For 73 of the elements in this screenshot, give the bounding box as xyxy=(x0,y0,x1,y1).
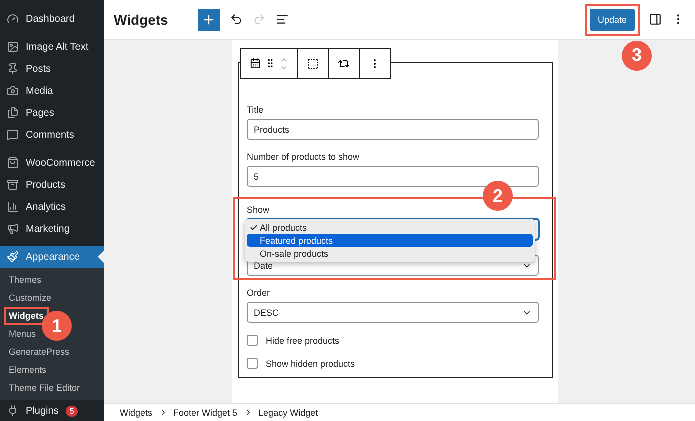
step-number-callout: 2 xyxy=(483,181,513,211)
sidebar-item-label: Pages xyxy=(26,108,54,118)
sidebar-item[interactable]: Image Alt Text xyxy=(0,36,104,58)
sidebar-item-label: Analytics xyxy=(26,202,66,212)
dropdown-option[interactable]: Featured products xyxy=(247,234,533,247)
breadcrumb-link[interactable]: Widgets xyxy=(120,408,153,418)
checkbox-label: Hide free products xyxy=(266,336,340,346)
calendar-icon[interactable] xyxy=(250,58,261,69)
submenu-item[interactable]: Themes xyxy=(6,273,45,287)
breadcrumb-link[interactable]: Legacy Widget xyxy=(258,408,318,418)
sidebar-item[interactable]: Media xyxy=(0,80,104,102)
sidebar-item[interactable]: Posts xyxy=(0,58,104,80)
archive-box-icon xyxy=(7,179,19,191)
checkbox[interactable] xyxy=(247,358,258,369)
text-input[interactable]: 5 xyxy=(247,166,539,187)
plus-icon xyxy=(202,12,216,26)
sidebar-item[interactable]: Pages xyxy=(0,102,104,124)
pages-icon xyxy=(7,107,19,119)
select-field[interactable]: DESC xyxy=(247,302,539,323)
pin-icon xyxy=(7,63,19,75)
sidebar-item-label: Dashboard xyxy=(26,14,75,24)
sidebar-item-label: Image Alt Text xyxy=(26,42,89,52)
square-icon[interactable] xyxy=(307,58,319,70)
image-icon xyxy=(7,41,19,53)
shopping-bag-icon xyxy=(7,157,19,169)
field-label: Title xyxy=(247,105,265,115)
sidebar-item-label: Plugins xyxy=(26,406,59,416)
update-button[interactable]: Update xyxy=(590,8,635,30)
submenu-item[interactable]: Elements xyxy=(6,363,50,377)
text-input[interactable]: Products xyxy=(247,119,539,140)
sidebar-item-label: Appearance xyxy=(26,252,80,262)
sidebar-item-label: Media xyxy=(26,86,54,96)
sidebar-item[interactable]: Analytics xyxy=(0,196,104,218)
breadcrumb-link[interactable]: Footer Widget 5 xyxy=(174,408,238,418)
checkbox[interactable] xyxy=(247,335,258,346)
transform-icon[interactable] xyxy=(338,58,350,70)
sidebar-panel-icon[interactable] xyxy=(649,13,662,26)
sidebar-item[interactable]: Marketing xyxy=(0,218,104,240)
submenu-item[interactable]: GeneratePress xyxy=(6,345,73,359)
sidebar-item[interactable]: Products xyxy=(0,174,104,196)
sidebar-item[interactable]: Appearance xyxy=(0,246,104,268)
sidebar-item-label: Products xyxy=(26,180,66,190)
checkmark-icon xyxy=(250,224,258,232)
plug-icon xyxy=(7,405,19,417)
submenu-item[interactable]: Menus xyxy=(6,327,40,341)
megaphone-icon xyxy=(7,223,19,235)
sidebar-item[interactable]: WooCommerce xyxy=(0,152,104,174)
sidebar-item[interactable]: Plugins 5 xyxy=(0,400,104,421)
gauge-icon xyxy=(7,13,19,25)
sidebar-item[interactable]: Comments xyxy=(0,124,104,146)
dropdown-option[interactable]: All products xyxy=(247,221,533,234)
field-label: Number of products to show xyxy=(247,152,361,162)
step-number-callout: 1 xyxy=(42,311,72,341)
list-view-icon[interactable] xyxy=(276,13,290,26)
field-label: Order xyxy=(247,288,272,298)
field-label: Show xyxy=(247,205,271,215)
sidebar-item-label: Posts xyxy=(26,64,52,74)
camera-icon xyxy=(7,85,19,97)
speech-bubble-icon xyxy=(7,129,19,141)
update-count-badge: 5 xyxy=(66,406,78,416)
sidebar-item-label: WooCommerce xyxy=(26,158,96,168)
checkbox-label: Show hidden products xyxy=(266,358,356,368)
sidebar-item-label: Marketing xyxy=(26,224,70,234)
page-title: Widgets xyxy=(114,12,168,28)
bar-chart-icon xyxy=(7,201,19,213)
undo-icon[interactable] xyxy=(230,13,244,26)
submenu-item[interactable]: Customize xyxy=(6,291,55,305)
sidebar-item-label: Comments xyxy=(26,130,74,140)
submenu-item[interactable]: Theme File Editor xyxy=(6,381,84,395)
drag-handle-icon[interactable] xyxy=(265,58,276,69)
add-block-button[interactable] xyxy=(198,8,220,30)
paintbrush-icon xyxy=(7,251,19,263)
sidebar-item[interactable]: Dashboard xyxy=(0,8,104,30)
